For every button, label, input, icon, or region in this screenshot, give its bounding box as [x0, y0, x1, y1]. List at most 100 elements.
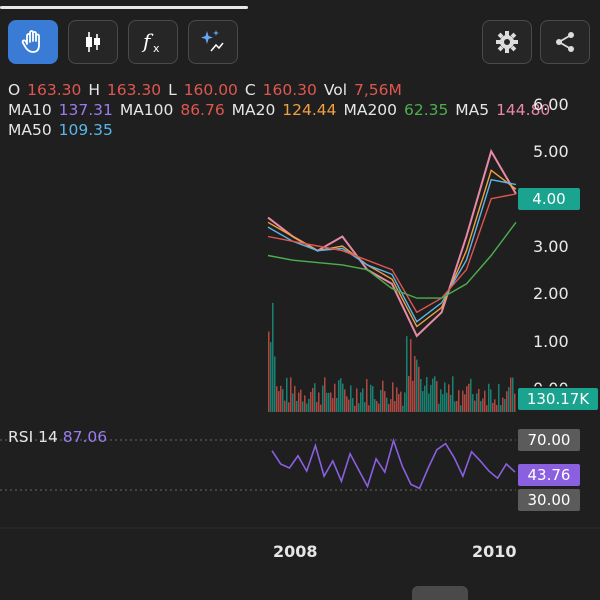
volume-bar — [392, 382, 394, 412]
volume-bar — [300, 389, 302, 412]
volume-bar — [276, 386, 278, 412]
volume-bar — [298, 392, 300, 412]
volume-bar — [354, 405, 356, 412]
price-tick-label: 6.00 — [533, 95, 569, 114]
volume-bar — [340, 378, 342, 412]
chart-toolbar: f x — [0, 20, 600, 68]
volume-bar — [484, 390, 486, 412]
volume-tag: 130.17K — [518, 388, 598, 410]
volume-bar — [502, 397, 504, 412]
volume-bar — [274, 356, 276, 412]
volume-bar — [462, 390, 464, 412]
volume-bar — [384, 391, 386, 412]
volume-bar — [468, 383, 470, 412]
volume-bar — [352, 397, 354, 412]
volume-bar — [446, 392, 448, 412]
hand-tool-button[interactable] — [8, 20, 58, 64]
volume-bar — [308, 398, 310, 412]
sparkle-icon — [201, 30, 224, 52]
volume-bar — [338, 380, 340, 412]
ma200-value: 62.35 — [403, 101, 449, 119]
volume-bar — [318, 392, 320, 412]
volume-bar — [500, 405, 502, 412]
volume-bar — [320, 404, 322, 412]
volume-bar — [486, 405, 488, 412]
low-value: 160.00 — [183, 81, 238, 99]
top-progress-indicator — [0, 6, 248, 9]
volume-bar — [294, 385, 296, 412]
volume-bar — [478, 388, 480, 412]
settings-button[interactable] — [482, 20, 532, 64]
volume-bar — [388, 404, 390, 412]
hand-icon — [21, 30, 40, 53]
volume-bar — [336, 397, 338, 412]
function-icon: f x — [141, 29, 160, 55]
volume-bar — [330, 392, 332, 412]
gear-icon — [496, 31, 518, 53]
volume-bar — [278, 391, 280, 412]
volume-bar — [432, 378, 434, 412]
series-line-ma200 — [267, 221, 517, 299]
volume-bar — [268, 331, 270, 412]
ma50-label: MA50 — [8, 121, 52, 139]
volume-bar — [380, 389, 382, 412]
high-value: 163.30 — [106, 81, 162, 99]
ma20-value: 124.44 — [282, 101, 337, 119]
volume-bar — [280, 385, 282, 412]
candlestick-button[interactable] — [68, 20, 118, 64]
volume-bar — [346, 396, 348, 412]
volume-bar — [490, 389, 492, 412]
volume-bar — [456, 400, 458, 412]
volume-bar — [374, 399, 376, 412]
volume-bar — [450, 394, 452, 412]
indicators-button[interactable]: f x — [128, 20, 178, 64]
series-line-ma5 — [267, 148, 517, 338]
volume-bar — [426, 376, 428, 412]
volume-bar — [322, 385, 324, 412]
volume-bar — [328, 392, 330, 412]
x-tick-2010: 2010 — [472, 542, 517, 561]
volume-bar — [408, 375, 410, 412]
share-button[interactable] — [540, 20, 590, 64]
rsi-label: RSI 14 — [8, 428, 58, 446]
volume-bar — [366, 379, 368, 412]
volume-bar — [498, 384, 500, 412]
volume-bar — [442, 394, 444, 412]
volume-bar — [402, 405, 404, 412]
high-label: H — [88, 81, 100, 99]
volume-bar — [292, 393, 294, 412]
volume-bar — [344, 389, 346, 412]
rsi-current-tag: 43.76 — [518, 464, 580, 486]
volume-bar — [472, 394, 474, 412]
volume-bar — [496, 405, 498, 412]
volume-bar — [410, 339, 412, 412]
series-line-ma100 — [267, 193, 517, 314]
scroll-handle[interactable] — [412, 586, 468, 600]
volume-bar — [480, 401, 482, 412]
volume-bar — [302, 401, 304, 412]
volume-bar — [420, 379, 422, 412]
volume-bar — [438, 403, 440, 412]
ma-row-2: MA50 109.35 — [8, 120, 552, 140]
share-icon — [556, 32, 574, 52]
volume-bar — [270, 342, 272, 412]
volume-bar — [508, 387, 510, 412]
volume-bar — [422, 391, 424, 412]
candlestick-icon — [86, 32, 100, 52]
volume-bar — [430, 384, 432, 412]
volume-bar — [364, 402, 366, 412]
volume-bar — [326, 392, 328, 412]
volume-bar — [324, 377, 326, 412]
volume-bar — [460, 405, 462, 412]
volume-bar — [360, 392, 362, 412]
volume-bar — [440, 389, 442, 412]
volume-bar — [382, 380, 384, 412]
price-tick-label: 1.00 — [533, 331, 569, 351]
volume-bar — [396, 387, 398, 412]
volume-bar — [334, 383, 336, 412]
volume-bar — [436, 381, 438, 412]
price-tick-label: 5.00 — [533, 142, 569, 162]
volume-bar — [424, 385, 426, 412]
ai-tools-button[interactable] — [188, 20, 238, 64]
volume-bar — [358, 403, 360, 412]
